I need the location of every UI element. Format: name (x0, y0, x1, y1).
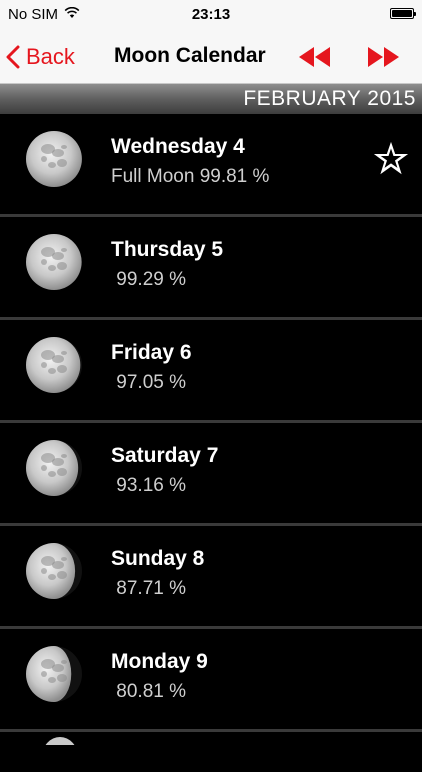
day-illumination: 99.29 % (111, 269, 186, 290)
day-row[interactable]: Sunday 8 87.71 % (0, 526, 422, 629)
moon-phase-icon (26, 337, 82, 393)
chevron-left-icon (6, 45, 20, 69)
status-bar: No SIM 23:13 (0, 0, 422, 30)
month-label: FEBRUARY 2015 (243, 87, 416, 110)
fast-forward-icon (368, 47, 399, 67)
day-row[interactable]: Monday 9 80.81 % (0, 629, 422, 732)
moon-phase-icon (26, 440, 82, 496)
day-row[interactable]: Thursday 5 99.29 % (0, 217, 422, 320)
moon-phase-icon (26, 646, 82, 702)
moon-phase-icon (26, 543, 82, 599)
day-title: Thursday 5 (111, 238, 224, 261)
status-time: 23:13 (191, 6, 231, 23)
day-row-partial[interactable] (0, 732, 422, 772)
day-row[interactable]: Friday 6 97.05 % (0, 320, 422, 423)
previous-month-button[interactable] (296, 44, 334, 70)
day-title: Monday 9 (111, 650, 208, 673)
star-icon[interactable] (372, 140, 410, 178)
day-row[interactable]: Saturday 7 93.16 % (0, 423, 422, 526)
moon-phase-icon (45, 737, 75, 745)
nav-bar: Back Moon Calendar (0, 30, 422, 84)
day-title: Sunday 8 (111, 547, 205, 570)
battery-icon (390, 8, 416, 19)
month-header: FEBRUARY 2015 (0, 84, 422, 114)
back-button-label: Back (26, 44, 75, 69)
day-illumination: 93.16 % (111, 475, 186, 496)
day-list: Wednesday 4 Full Moon 99.81 % Thursday 5… (0, 114, 422, 772)
day-illumination: 97.05 % (111, 372, 186, 393)
day-title: Saturday 7 (111, 444, 219, 467)
day-illumination: Full Moon 99.81 % (111, 166, 270, 187)
moon-phase-icon (26, 234, 82, 290)
moon-phase-icon (26, 131, 82, 187)
back-button[interactable]: Back (6, 40, 75, 74)
day-illumination: 80.81 % (111, 681, 186, 702)
rewind-icon (299, 47, 330, 67)
day-illumination: 87.71 % (111, 578, 186, 599)
page-title: Moon Calendar (114, 44, 266, 67)
next-month-button[interactable] (364, 44, 402, 70)
day-title: Friday 6 (111, 341, 192, 364)
day-row[interactable]: Wednesday 4 Full Moon 99.81 % (0, 114, 422, 217)
day-title: Wednesday 4 (111, 135, 245, 158)
